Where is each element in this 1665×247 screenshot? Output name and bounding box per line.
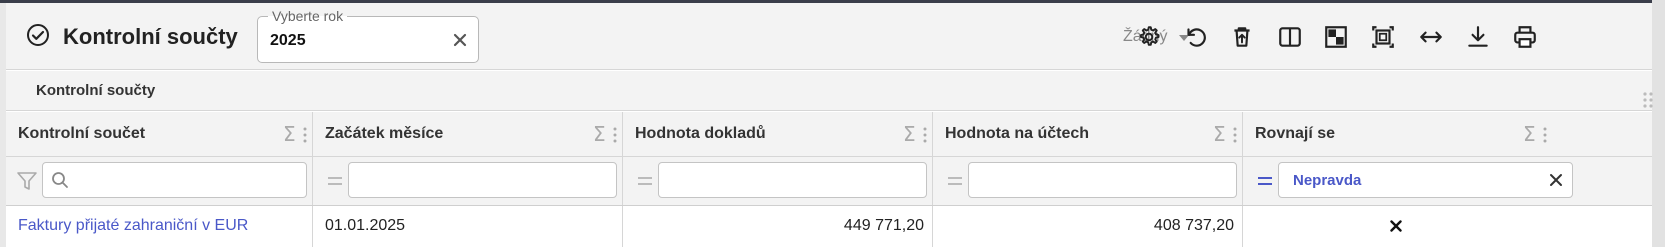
delete-button[interactable] (1227, 22, 1257, 52)
table-row[interactable]: Faktury přijaté zahraniční v EUR 01.01.2… (6, 206, 1652, 247)
cell-hodnota-dokladu: 449 771,20 (623, 206, 933, 247)
row-link[interactable]: Faktury přijaté zahraniční v EUR (18, 217, 248, 235)
sum-icon[interactable]: Σ (283, 122, 296, 146)
equals-icon[interactable] (637, 176, 653, 186)
clear-icon[interactable] (450, 30, 470, 50)
filter-cell-hodnota-na-uctech (933, 157, 1243, 205)
cell-value: 01.01.2025 (325, 217, 406, 234)
sum-icon[interactable]: Σ (903, 122, 916, 146)
fit-screen-button[interactable] (1368, 22, 1398, 52)
cell-value: 449 771,20 (843, 217, 924, 234)
column-header-label: Hodnota dokladů (635, 125, 766, 142)
column-menu-icon[interactable] (613, 126, 617, 144)
checkerboard-icon (1325, 26, 1347, 48)
cell-value: 408 737,20 (1153, 217, 1234, 234)
cell-zacatek-mesice: 01.01.2025 (313, 206, 623, 247)
column-menu-icon[interactable] (923, 126, 927, 144)
column-header-label: Rovnají se (1255, 125, 1336, 142)
sum-icon[interactable]: Σ (1213, 122, 1226, 146)
equals-icon[interactable] (1257, 176, 1273, 186)
fit-frame-icon (1372, 26, 1394, 48)
sum-icon[interactable]: Σ (593, 122, 606, 146)
column-header-rovnaji-se[interactable]: Rovnají se Σ (1243, 112, 1652, 156)
column-header-label: Kontrolní součet (18, 125, 146, 142)
filter-input-hodnota-na-uctech[interactable] (968, 162, 1237, 198)
toolbar: Kontrolní součty Vyberte rok 2025 Žádný (6, 3, 1652, 70)
column-menu-icon[interactable] (303, 126, 307, 144)
settings-button[interactable] (1134, 22, 1164, 52)
trash-upload-icon (1234, 27, 1250, 47)
filter-cell-rovnaji-se: Nepravda (1243, 157, 1652, 205)
filter-icon[interactable] (16, 170, 38, 192)
auto-width-button[interactable] (1416, 22, 1446, 52)
undo-icon (1187, 28, 1206, 47)
column-header-label: Hodnota na účtech (945, 125, 1090, 142)
section-header: Kontrolní součty (6, 71, 1654, 111)
cell-kontrolni-soucet: Faktury přijaté zahraniční v EUR (6, 206, 313, 247)
cross-icon (1390, 220, 1402, 232)
vertical-scrollbar[interactable] (1652, 0, 1665, 247)
check-circle-icon (27, 24, 49, 46)
section-title: Kontrolní součty (36, 82, 156, 99)
column-header-kontrolni-soucet[interactable]: Kontrolní součet Σ (6, 112, 313, 156)
filter-input-zacatek-mesice[interactable] (348, 162, 617, 198)
drag-handle-icon[interactable] (1642, 91, 1654, 109)
sum-icon[interactable]: Σ (1523, 122, 1536, 146)
print-button[interactable] (1510, 22, 1540, 52)
reset-button[interactable] (1180, 22, 1210, 52)
download-button[interactable] (1463, 22, 1493, 52)
search-icon (52, 172, 68, 188)
equals-icon[interactable] (947, 176, 963, 186)
column-menu-icon[interactable] (1543, 126, 1547, 144)
filter-input-hodnota-dokladu[interactable] (658, 162, 927, 198)
printer-icon (1514, 26, 1536, 48)
table-header-row: Kontrolní součet Σ Začátek měsíce Σ Hodn… (6, 112, 1652, 157)
filter-cell-kontrolni-soucet (6, 157, 313, 205)
year-field-label: Vyberte rok (268, 8, 348, 24)
column-header-label: Začátek měsíce (325, 125, 444, 142)
equals-icon[interactable] (327, 176, 343, 186)
page-title: Kontrolní součty (63, 24, 238, 49)
filter-value: Nepravda (1293, 172, 1362, 189)
columns-icon (1279, 27, 1301, 47)
column-header-zacatek-mesice[interactable]: Začátek měsíce Σ (313, 112, 623, 156)
year-select-field[interactable]: Vyberte rok 2025 (257, 8, 479, 63)
column-header-hodnota-dokladu[interactable]: Hodnota dokladů Σ (623, 112, 933, 156)
filter-cell-zacatek-mesice (313, 157, 623, 205)
year-field-value[interactable]: 2025 (270, 32, 306, 50)
split-view-button[interactable] (1275, 22, 1305, 52)
select-view-button[interactable] (1321, 22, 1351, 52)
table-filter-row: Nepravda (6, 157, 1652, 206)
column-menu-icon[interactable] (1233, 126, 1237, 144)
gear-icon (1140, 26, 1160, 46)
clear-icon[interactable] (1548, 172, 1564, 188)
column-header-hodnota-na-uctech[interactable]: Hodnota na účtech Σ (933, 112, 1243, 156)
arrows-horizontal-icon (1420, 31, 1442, 43)
filter-input-kontrolni-soucet[interactable] (42, 162, 307, 198)
filter-input-rovnaji-se[interactable]: Nepravda (1278, 162, 1573, 198)
cell-hodnota-na-uctech: 408 737,20 (933, 206, 1243, 247)
filter-cell-hodnota-dokladu (623, 157, 933, 205)
cell-rovnaji-se (1243, 206, 1652, 247)
download-icon (1468, 26, 1488, 47)
